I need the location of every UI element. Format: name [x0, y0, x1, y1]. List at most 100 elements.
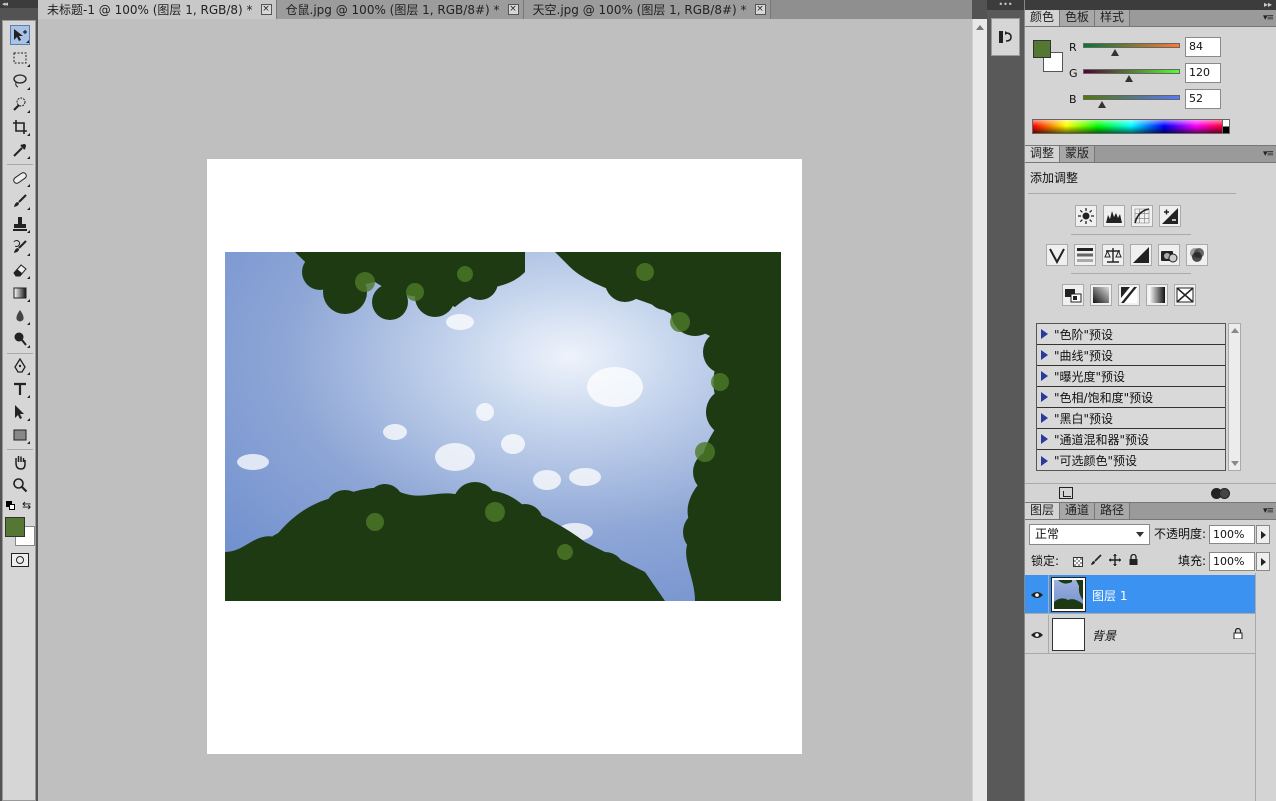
- blend-mode-select[interactable]: 正常: [1029, 524, 1150, 545]
- tab-masks[interactable]: 蒙版: [1060, 146, 1096, 162]
- opacity-field[interactable]: 100%: [1209, 525, 1255, 544]
- levels-icon[interactable]: [1103, 205, 1125, 227]
- close-tab-icon[interactable]: ×: [754, 4, 766, 15]
- layer-name[interactable]: 背景: [1092, 627, 1116, 644]
- black-white-icon[interactable]: [1130, 244, 1152, 266]
- expand-triangle-icon[interactable]: [1041, 413, 1048, 423]
- clone-stamp-tool[interactable]: [10, 214, 30, 234]
- eraser-tool[interactable]: [10, 260, 30, 280]
- expand-triangle-icon[interactable]: [1041, 455, 1048, 466]
- preset-exposure[interactable]: "曝光度"预设: [1037, 366, 1225, 387]
- tab-layers[interactable]: 图层: [1025, 503, 1061, 519]
- photo-filter-icon[interactable]: [1158, 244, 1180, 266]
- panel-menu-icon[interactable]: [1261, 149, 1273, 159]
- default-colors-icon[interactable]: [6, 501, 16, 511]
- shape-tool[interactable]: [10, 425, 30, 445]
- quick-mask-button[interactable]: [11, 553, 29, 567]
- lock-transparency-icon[interactable]: [1073, 556, 1083, 567]
- path-selection-tool[interactable]: [10, 402, 30, 422]
- layer-name[interactable]: 图层 1: [1092, 587, 1127, 604]
- preset-channel-mixer[interactable]: "通道混和器"预设: [1037, 429, 1225, 450]
- blue-slider-thumb[interactable]: [1098, 101, 1107, 108]
- gradient-tool[interactable]: [10, 283, 30, 303]
- fill-field[interactable]: 100%: [1209, 552, 1255, 571]
- green-channel-slider[interactable]: [1083, 69, 1180, 74]
- dodge-tool[interactable]: [10, 329, 30, 349]
- healing-brush-tool[interactable]: [10, 168, 30, 188]
- layer-row-layer1[interactable]: 图层 1: [1025, 575, 1255, 614]
- document-tab-untitled[interactable]: 未标题-1 @ 100% (图层 1, RGB/8) * ×: [38, 0, 277, 19]
- curves-icon[interactable]: [1131, 205, 1153, 227]
- clip-adjustment-icon[interactable]: [1059, 487, 1073, 499]
- pen-tool[interactable]: [10, 356, 30, 376]
- eye-icon[interactable]: [1025, 615, 1049, 654]
- blue-value-field[interactable]: 52: [1185, 89, 1221, 109]
- quick-select-tool[interactable]: [10, 94, 30, 114]
- tab-color[interactable]: 颜色: [1025, 10, 1061, 26]
- preset-black-white[interactable]: "黑白"预设: [1037, 408, 1225, 429]
- swap-colors-icon[interactable]: ⇆: [22, 499, 31, 512]
- tab-paths[interactable]: 路径: [1095, 503, 1131, 519]
- panel-strip-grip[interactable]: •••: [987, 0, 1024, 10]
- lock-position-icon[interactable]: [1109, 554, 1121, 569]
- preset-selective-color[interactable]: "可选颜色"预设: [1037, 450, 1225, 471]
- selective-color-icon[interactable]: [1174, 284, 1196, 306]
- panel-menu-icon[interactable]: [1261, 506, 1273, 516]
- hand-tool[interactable]: [10, 452, 30, 472]
- history-panel-button[interactable]: [991, 18, 1020, 56]
- scroll-up-arrow-icon[interactable]: [976, 25, 984, 30]
- scroll-up-arrow-icon[interactable]: [1231, 328, 1239, 333]
- fill-slider-button[interactable]: [1256, 552, 1270, 571]
- panel-menu-icon[interactable]: [1261, 13, 1273, 23]
- close-tab-icon[interactable]: ×: [507, 4, 519, 15]
- vibrance-icon[interactable]: [1046, 244, 1068, 266]
- marquee-tool[interactable]: [10, 48, 30, 68]
- channel-mixer-icon[interactable]: [1186, 244, 1208, 266]
- document-vertical-scrollbar[interactable]: [972, 19, 987, 801]
- tab-channels[interactable]: 通道: [1060, 503, 1096, 519]
- brightness-contrast-icon[interactable]: [1075, 205, 1097, 227]
- red-channel-slider[interactable]: [1083, 43, 1180, 48]
- panels-collapse-arrows[interactable]: ▸▸: [1025, 0, 1276, 10]
- layers-scrollbar[interactable]: [1255, 573, 1276, 801]
- invert-icon[interactable]: [1062, 284, 1084, 306]
- tab-styles[interactable]: 样式: [1095, 10, 1131, 26]
- brush-tool[interactable]: [10, 191, 30, 211]
- document-tab-hamster[interactable]: 仓鼠.jpg @ 100% (图层 1, RGB/8#) * ×: [276, 0, 524, 19]
- gradient-map-icon[interactable]: [1146, 284, 1168, 306]
- exposure-icon[interactable]: [1159, 205, 1181, 227]
- presets-scrollbar[interactable]: [1228, 323, 1241, 471]
- document-canvas[interactable]: [207, 159, 802, 754]
- opacity-slider-button[interactable]: [1256, 525, 1270, 544]
- expand-triangle-icon[interactable]: [1041, 392, 1048, 402]
- posterize-icon[interactable]: [1090, 284, 1112, 306]
- document-tab-sky[interactable]: 天空.jpg @ 100% (图层 1, RGB/8#) * ×: [523, 0, 771, 19]
- tab-adjustments[interactable]: 调整: [1025, 146, 1061, 162]
- blur-tool[interactable]: [10, 306, 30, 326]
- color-balance-icon[interactable]: [1102, 244, 1124, 266]
- black-white-ramp[interactable]: [1222, 119, 1230, 134]
- hue-saturation-icon[interactable]: [1074, 244, 1096, 266]
- type-tool[interactable]: [10, 379, 30, 399]
- lock-pixels-icon[interactable]: [1090, 554, 1102, 569]
- blue-channel-slider[interactable]: [1083, 95, 1180, 100]
- color-spectrum-ramp[interactable]: [1032, 119, 1230, 134]
- red-slider-thumb[interactable]: [1111, 49, 1119, 56]
- crop-tool[interactable]: [10, 117, 30, 137]
- tab-swatches[interactable]: 色板: [1060, 10, 1096, 26]
- history-brush-tool[interactable]: [10, 237, 30, 257]
- zoom-tool[interactable]: [10, 475, 30, 495]
- foreground-color-swatch[interactable]: [1033, 40, 1051, 58]
- preset-curves[interactable]: "曲线"预设: [1037, 345, 1225, 366]
- reset-view-icon[interactable]: [1211, 487, 1231, 500]
- layer-row-background[interactable]: 背景: [1025, 615, 1255, 654]
- expand-triangle-icon[interactable]: [1041, 434, 1048, 444]
- red-value-field[interactable]: 84: [1185, 37, 1221, 57]
- green-value-field[interactable]: 120: [1185, 63, 1221, 83]
- sky-photo-layer[interactable]: [225, 252, 781, 601]
- expand-triangle-icon[interactable]: [1041, 329, 1048, 339]
- expand-triangle-icon[interactable]: [1041, 350, 1048, 360]
- toolbox-collapse-arrows[interactable]: ◂◂: [0, 0, 38, 8]
- move-tool[interactable]: [10, 25, 30, 45]
- foreground-color-swatch[interactable]: [5, 517, 25, 537]
